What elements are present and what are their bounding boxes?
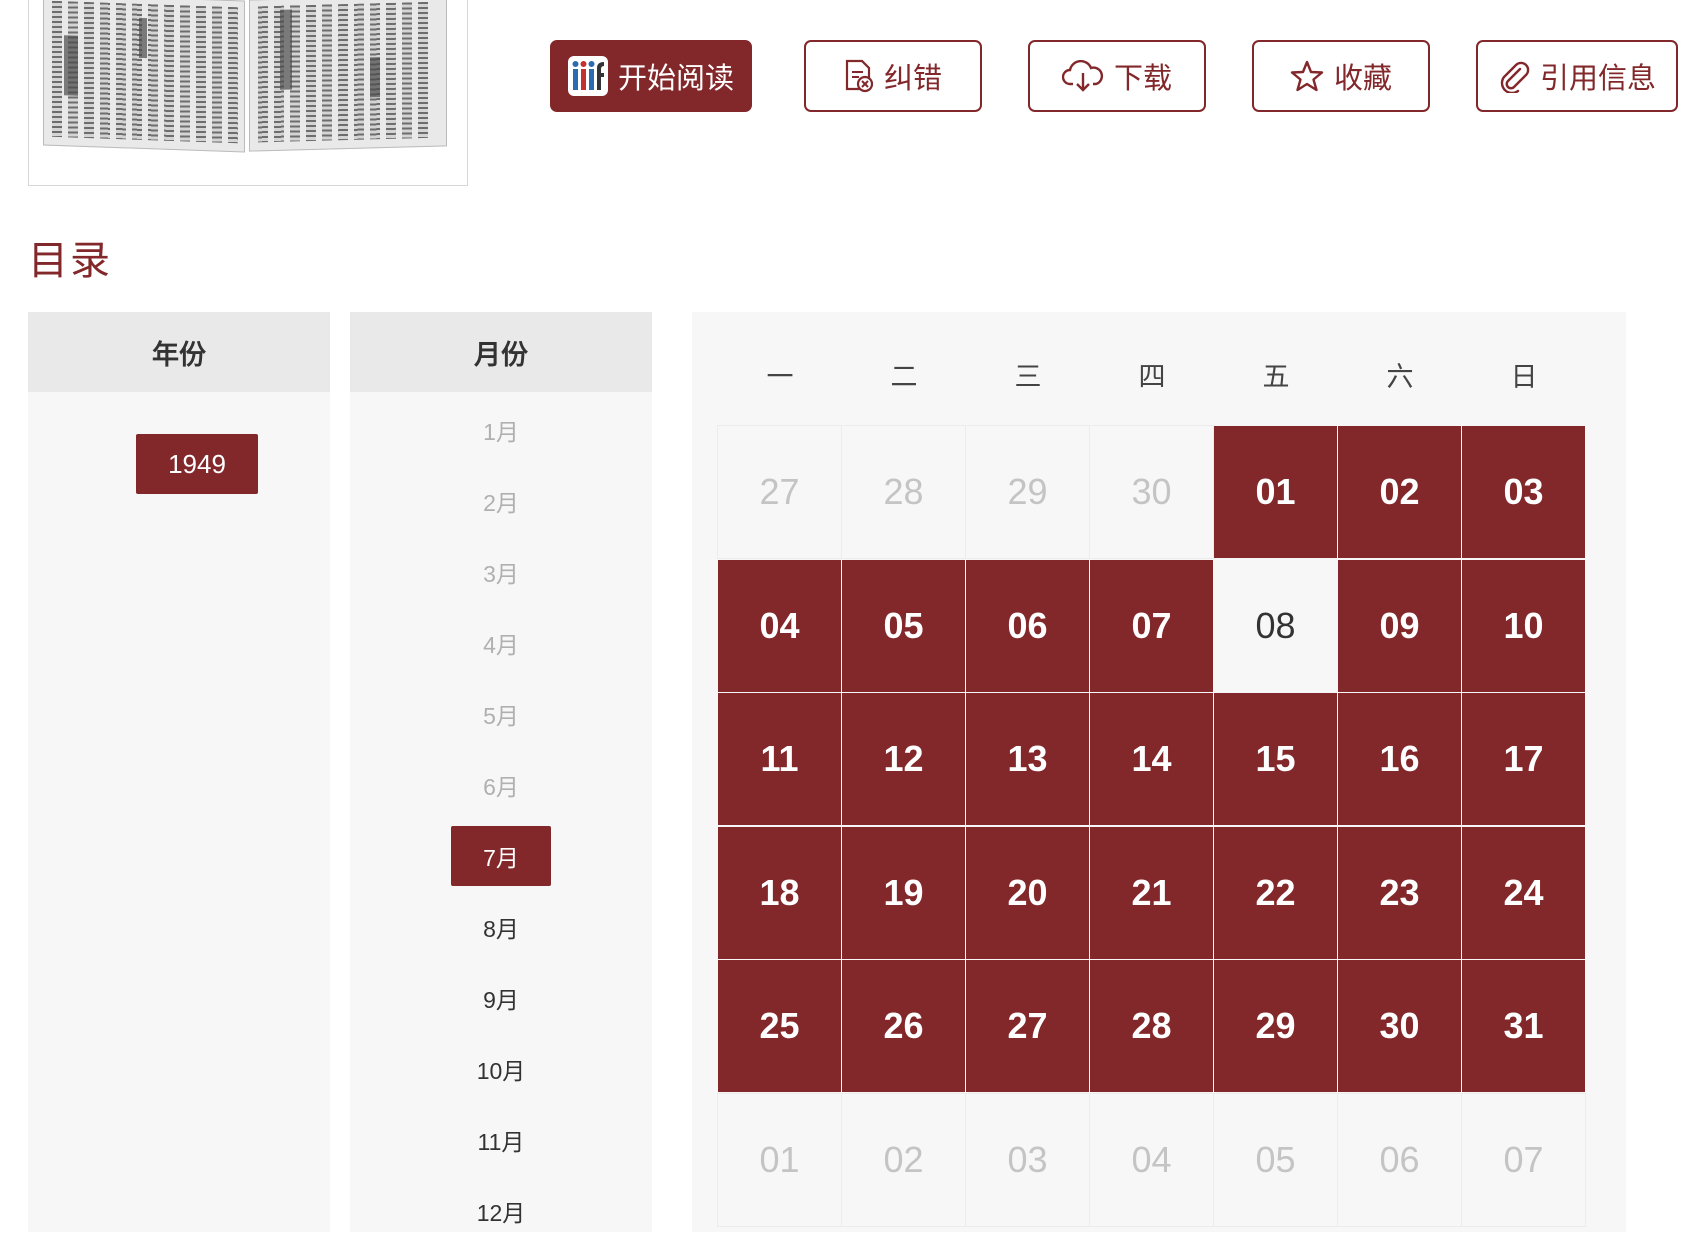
year-item-1949[interactable]: 1949 — [136, 434, 258, 494]
calendar-day[interactable]: 20 — [966, 826, 1089, 959]
paperclip-icon — [1500, 61, 1530, 93]
calendar-day[interactable]: 14 — [1090, 693, 1213, 825]
calendar-day[interactable]: 28 — [1090, 960, 1213, 1092]
calendar-day-outside: 05 — [1213, 1092, 1338, 1227]
citation-button[interactable]: 引用信息 — [1476, 40, 1678, 112]
calendar-day[interactable]: 11 — [718, 693, 841, 825]
newspaper-page-right — [249, 0, 447, 152]
calendar-day[interactable]: 26 — [842, 960, 965, 1092]
calendar-day[interactable]: 23 — [1338, 826, 1461, 959]
correction-doc-icon — [845, 59, 874, 93]
year-panel: 年份 1949 — [28, 312, 330, 1232]
catalog-title: 目录 — [28, 238, 112, 284]
star-icon — [1290, 60, 1324, 92]
month-item[interactable]: 10月 — [451, 1039, 551, 1099]
calendar-day[interactable]: 10 — [1462, 559, 1585, 692]
weekday-label: 日 — [1510, 361, 1538, 392]
report-error-button[interactable]: 纠错 — [804, 40, 982, 112]
calendar-day[interactable]: 06 — [966, 559, 1089, 692]
month-item[interactable]: 9月 — [451, 968, 551, 1028]
weekday-label: 六 — [1386, 361, 1414, 392]
citation-label: 引用信息 — [1539, 63, 1656, 95]
calendar-day[interactable]: 24 — [1462, 826, 1585, 959]
calendar-day[interactable]: 13 — [966, 693, 1089, 825]
start-reading-button[interactable]: 开始阅读 — [550, 40, 752, 112]
calendar-day-outside: 07 — [1461, 1092, 1586, 1227]
calendar-day[interactable]: 29 — [1214, 960, 1337, 1092]
download-button[interactable]: 下载 — [1028, 40, 1206, 112]
newspaper-thumbnail[interactable] — [28, 0, 468, 186]
calendar-day[interactable]: 12 — [842, 693, 965, 825]
favorite-button[interactable]: 收藏 — [1252, 40, 1430, 112]
report-error-label: 纠错 — [883, 63, 942, 95]
calendar-day[interactable]: 30 — [1338, 960, 1461, 1092]
weekday-label: 二 — [890, 361, 918, 392]
calendar-day-outside: 27 — [717, 425, 842, 559]
cloud-download-icon — [1061, 60, 1103, 92]
calendar-day-outside: 06 — [1337, 1092, 1462, 1227]
calendar-day[interactable]: 18 — [718, 826, 841, 959]
calendar-day[interactable]: 16 — [1338, 693, 1461, 825]
month-item[interactable]: 12月 — [451, 1181, 551, 1241]
month-item: 5月 — [483, 703, 519, 729]
weekday-label: 一 — [766, 361, 794, 392]
calendar-day[interactable]: 31 — [1462, 960, 1585, 1092]
weekday-label: 三 — [1014, 361, 1042, 392]
calendar-day-outside: 30 — [1089, 425, 1214, 559]
year-header: 年份 — [28, 312, 330, 392]
weekday-label: 五 — [1262, 361, 1290, 392]
calendar-day[interactable]: 01 — [1214, 426, 1337, 558]
newspaper-page-left — [43, 0, 245, 153]
day-grid: 27 28 29 30 01 02 03 04 05 06 07 08 09 10 11 12 13 14 15 16… — [717, 425, 1586, 1227]
month-item: 2月 — [483, 490, 519, 516]
calendar-day[interactable]: 25 — [718, 960, 841, 1092]
month-panel: 月份 1月 2月 3月 4月 5月 6月 7月 8月 9月 10月 11月 12月 — [350, 312, 652, 1232]
month-item: 4月 — [483, 632, 519, 658]
calendar-day[interactable]: 09 — [1338, 559, 1461, 692]
start-reading-label: 开始阅读 — [617, 63, 734, 95]
calendar-day[interactable]: 15 — [1214, 693, 1337, 825]
calendar-day[interactable]: 17 — [1462, 693, 1585, 825]
calendar-day[interactable]: 05 — [842, 559, 965, 692]
calendar-day[interactable]: 22 — [1214, 826, 1337, 959]
month-item[interactable]: 11月 — [451, 1110, 551, 1170]
calendar-day-outside: 03 — [965, 1092, 1090, 1227]
calendar-day-outside: 04 — [1089, 1092, 1214, 1227]
calendar-day[interactable]: 07 — [1090, 559, 1213, 692]
month-header: 月份 — [350, 312, 652, 392]
calendar-day[interactable]: 02 — [1338, 426, 1461, 558]
calendar-day: 08 — [1214, 559, 1337, 692]
month-item: 3月 — [483, 561, 519, 587]
calendar-day-outside: 29 — [965, 425, 1090, 559]
calendar-day-outside: 01 — [717, 1092, 842, 1227]
weekday-header-row: 一二三四五六日 — [718, 344, 1586, 404]
favorite-label: 收藏 — [1333, 63, 1392, 95]
calendar-day[interactable]: 21 — [1090, 826, 1213, 959]
iiif-icon — [567, 56, 608, 96]
calendar: 一二三四五六日 27 28 29 30 01 02 03 04 05 06 07 08 09 10 11 12… — [692, 312, 1626, 1232]
calendar-day[interactable]: 04 — [718, 559, 841, 692]
download-label: 下载 — [1113, 63, 1172, 95]
calendar-day[interactable]: 03 — [1462, 426, 1585, 558]
month-item[interactable]: 7月 — [451, 826, 551, 886]
month-item: 6月 — [483, 774, 519, 800]
calendar-day[interactable]: 19 — [842, 826, 965, 959]
calendar-day-outside: 28 — [841, 425, 966, 559]
calendar-day[interactable]: 27 — [966, 960, 1089, 1092]
weekday-label: 四 — [1138, 361, 1166, 392]
month-item[interactable]: 8月 — [451, 897, 551, 957]
calendar-day-outside: 02 — [841, 1092, 966, 1227]
month-item: 1月 — [483, 419, 519, 445]
